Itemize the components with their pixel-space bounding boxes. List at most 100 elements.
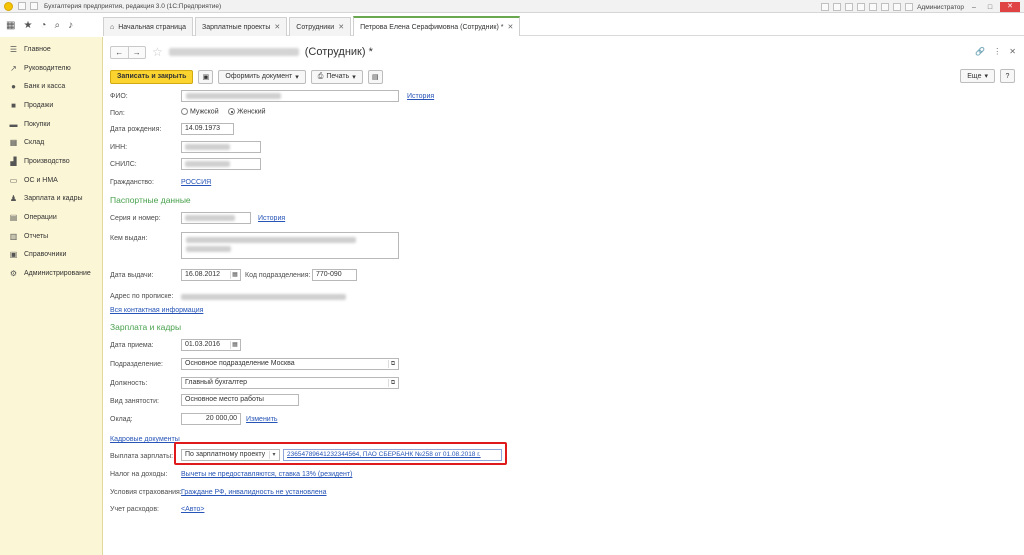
sidebar-item-label: Зарплата и кадры <box>24 195 83 203</box>
sidebar-item-warehouse[interactable]: ▦ Склад <box>0 133 102 152</box>
tab-home[interactable]: ⌂ Начальная страница <box>103 17 193 36</box>
sidebar-item-label: Банк и касса <box>24 83 66 91</box>
sidebar-item-label: Склад <box>24 139 45 147</box>
hire-date-field[interactable]: 01.03.2016 ▦ <box>181 339 241 351</box>
history-icon[interactable]: ◔ <box>40 20 46 31</box>
division-field[interactable]: Основное подразделение Москва ⧉ <box>181 358 399 370</box>
people-icon: ♟ <box>9 194 18 204</box>
sidebar-item-purchases[interactable]: ▬ Покупки <box>0 115 102 134</box>
cart-icon: ■ <box>11 100 16 110</box>
gender-female-radio[interactable]: Женский <box>228 108 266 115</box>
highlight-box <box>174 442 507 465</box>
back-arrow-icon[interactable]: ← <box>111 47 128 58</box>
gender-male-radio[interactable]: Мужской <box>181 108 219 115</box>
more-dots-icon[interactable]: ⋮ <box>993 47 1001 56</box>
save-and-close-button[interactable]: Записать и закрыть <box>110 69 194 84</box>
sidebar-item-references[interactable]: ▣ Справочники <box>0 246 102 265</box>
help-button[interactable]: ? <box>1000 69 1015 83</box>
toolbar-icon[interactable] <box>30 2 38 10</box>
sidebar-item-production[interactable]: ▟ Производство <box>0 152 102 171</box>
close-tab-icon[interactable]: ✕ <box>274 23 280 31</box>
toolbar-icon[interactable] <box>893 3 902 11</box>
snils-field[interactable] <box>181 158 261 170</box>
close-form-icon[interactable]: ✕ <box>1009 47 1016 56</box>
save-button[interactable]: ▣ <box>198 69 214 84</box>
create-document-label: Оформить документ <box>225 73 293 80</box>
close-tab-icon[interactable]: ✕ <box>338 23 344 31</box>
favorites-star-icon[interactable]: ★ <box>23 20 32 31</box>
favorite-star-icon[interactable]: ☆ <box>152 45 163 59</box>
maximize-icon[interactable]: □ <box>984 3 996 12</box>
insurance-label: Условия страхования: <box>110 489 182 496</box>
tab-employee-card[interactable]: Петрова Елена Серафимовна (Сотрудник) * … <box>353 16 521 36</box>
report-button[interactable]: ▤ <box>367 69 383 84</box>
expenses-link[interactable]: <Авто> <box>181 506 204 513</box>
sidebar-item-salary[interactable]: ♟ Зарплата и кадры <box>0 190 102 209</box>
position-field[interactable]: Главный бухгалтер ⧉ <box>181 377 399 389</box>
apps-grid-icon[interactable]: ▦ <box>6 20 15 31</box>
fio-field[interactable] <box>181 90 399 102</box>
sidebar-item-sales[interactable]: ■ Продажи <box>0 96 102 115</box>
bank-icon: ● <box>11 82 16 92</box>
sidebar-item-operations[interactable]: ▤ Операции <box>0 208 102 227</box>
calendar-icon[interactable]: ▦ <box>230 341 239 349</box>
close-tab-icon[interactable]: ✕ <box>507 23 513 31</box>
floppy-disk-icon: ▣ <box>202 73 210 81</box>
division-label: Подразделение: <box>110 361 163 368</box>
tax-link[interactable]: Вычеты не предоставляются, ставка 13% (р… <box>181 471 352 478</box>
minimize-icon[interactable]: – <box>968 3 980 12</box>
sidebar-item-label: Справочники <box>24 251 67 259</box>
passport-section-header: Паспортные данные <box>110 195 191 205</box>
toolbar-icon[interactable] <box>869 3 878 11</box>
toolbar-icon[interactable] <box>857 3 866 11</box>
toolbar-icon[interactable] <box>18 2 26 10</box>
more-button[interactable]: Еще ▾ <box>960 69 995 83</box>
inn-field[interactable] <box>181 141 261 153</box>
fio-history-link[interactable]: История <box>407 93 434 100</box>
sidebar-item-reports[interactable]: ▥ Отчеты <box>0 227 102 246</box>
sidebar-item-main[interactable]: ☰ Главное <box>0 40 102 59</box>
app-title: Бухгалтерия предприятия, редакция 3.0 (1… <box>44 2 222 10</box>
basket-icon: ▬ <box>9 119 18 129</box>
create-document-button[interactable]: Оформить документ ▾ <box>218 69 306 84</box>
sidebar-item-bank[interactable]: ● Банк и касса <box>0 77 102 96</box>
forward-arrow-icon[interactable]: → <box>127 46 146 58</box>
toolbar-icon[interactable] <box>845 3 854 11</box>
chevron-down-icon: ▾ <box>295 73 299 81</box>
dept-code-field[interactable]: 770-090 <box>312 269 357 281</box>
passport-history-link[interactable]: История <box>258 215 285 222</box>
blurred-value <box>185 144 230 150</box>
sidebar-item-admin[interactable]: ⚙ Администрирование <box>0 264 102 283</box>
sidebar-item-assets[interactable]: ▭ ОС и НМА <box>0 171 102 190</box>
sidebar-item-director[interactable]: ↗ Руководителю <box>0 59 102 78</box>
hr-documents-link[interactable]: Кадровые документы <box>110 436 180 443</box>
open-icon[interactable]: ⧉ <box>388 379 397 387</box>
tab-employees[interactable]: Сотрудники ✕ <box>289 17 352 36</box>
search-icon[interactable]: ⌕ <box>54 20 60 31</box>
citizenship-link[interactable]: РОССИЯ <box>181 179 211 186</box>
link-icon[interactable]: 🔗 <box>975 47 985 56</box>
toolbar-icon[interactable] <box>905 3 914 11</box>
salary-field[interactable]: 20 000,00 <box>181 413 241 425</box>
toolbar-icon[interactable] <box>833 3 842 11</box>
toolbar-icon[interactable] <box>821 3 830 11</box>
tab-salary-projects[interactable]: Зарплатные проекты ✕ <box>194 17 288 36</box>
employment-field[interactable]: Основное место работы <box>181 394 299 406</box>
change-salary-link[interactable]: Изменить <box>246 416 278 423</box>
toolbar-icon[interactable] <box>881 3 890 11</box>
insurance-link[interactable]: Граждане РФ, инвалидность не установлена <box>181 489 327 496</box>
open-icon[interactable]: ⧉ <box>388 360 397 368</box>
close-window-icon[interactable]: ✕ <box>1000 2 1020 12</box>
all-contacts-link[interactable]: Вся контактная информация <box>110 307 203 314</box>
expenses-label: Учет расходов: <box>110 506 159 513</box>
calendar-icon[interactable]: ▦ <box>230 271 239 279</box>
salary-label: Оклад: <box>110 416 133 423</box>
birth-date-field[interactable]: 14.09.1973 <box>181 123 234 135</box>
issued-by-field[interactable] <box>181 232 399 259</box>
payout-label: Выплата зарплаты: <box>110 453 174 460</box>
issue-date-field[interactable]: 16.08.2012 ▦ <box>181 269 241 281</box>
bell-icon[interactable]: ♪ <box>68 20 73 31</box>
user-name[interactable]: Администратор <box>917 4 964 11</box>
passport-series-field[interactable] <box>181 212 251 224</box>
print-button[interactable]: ⎙ Печать ▾ <box>310 69 363 84</box>
